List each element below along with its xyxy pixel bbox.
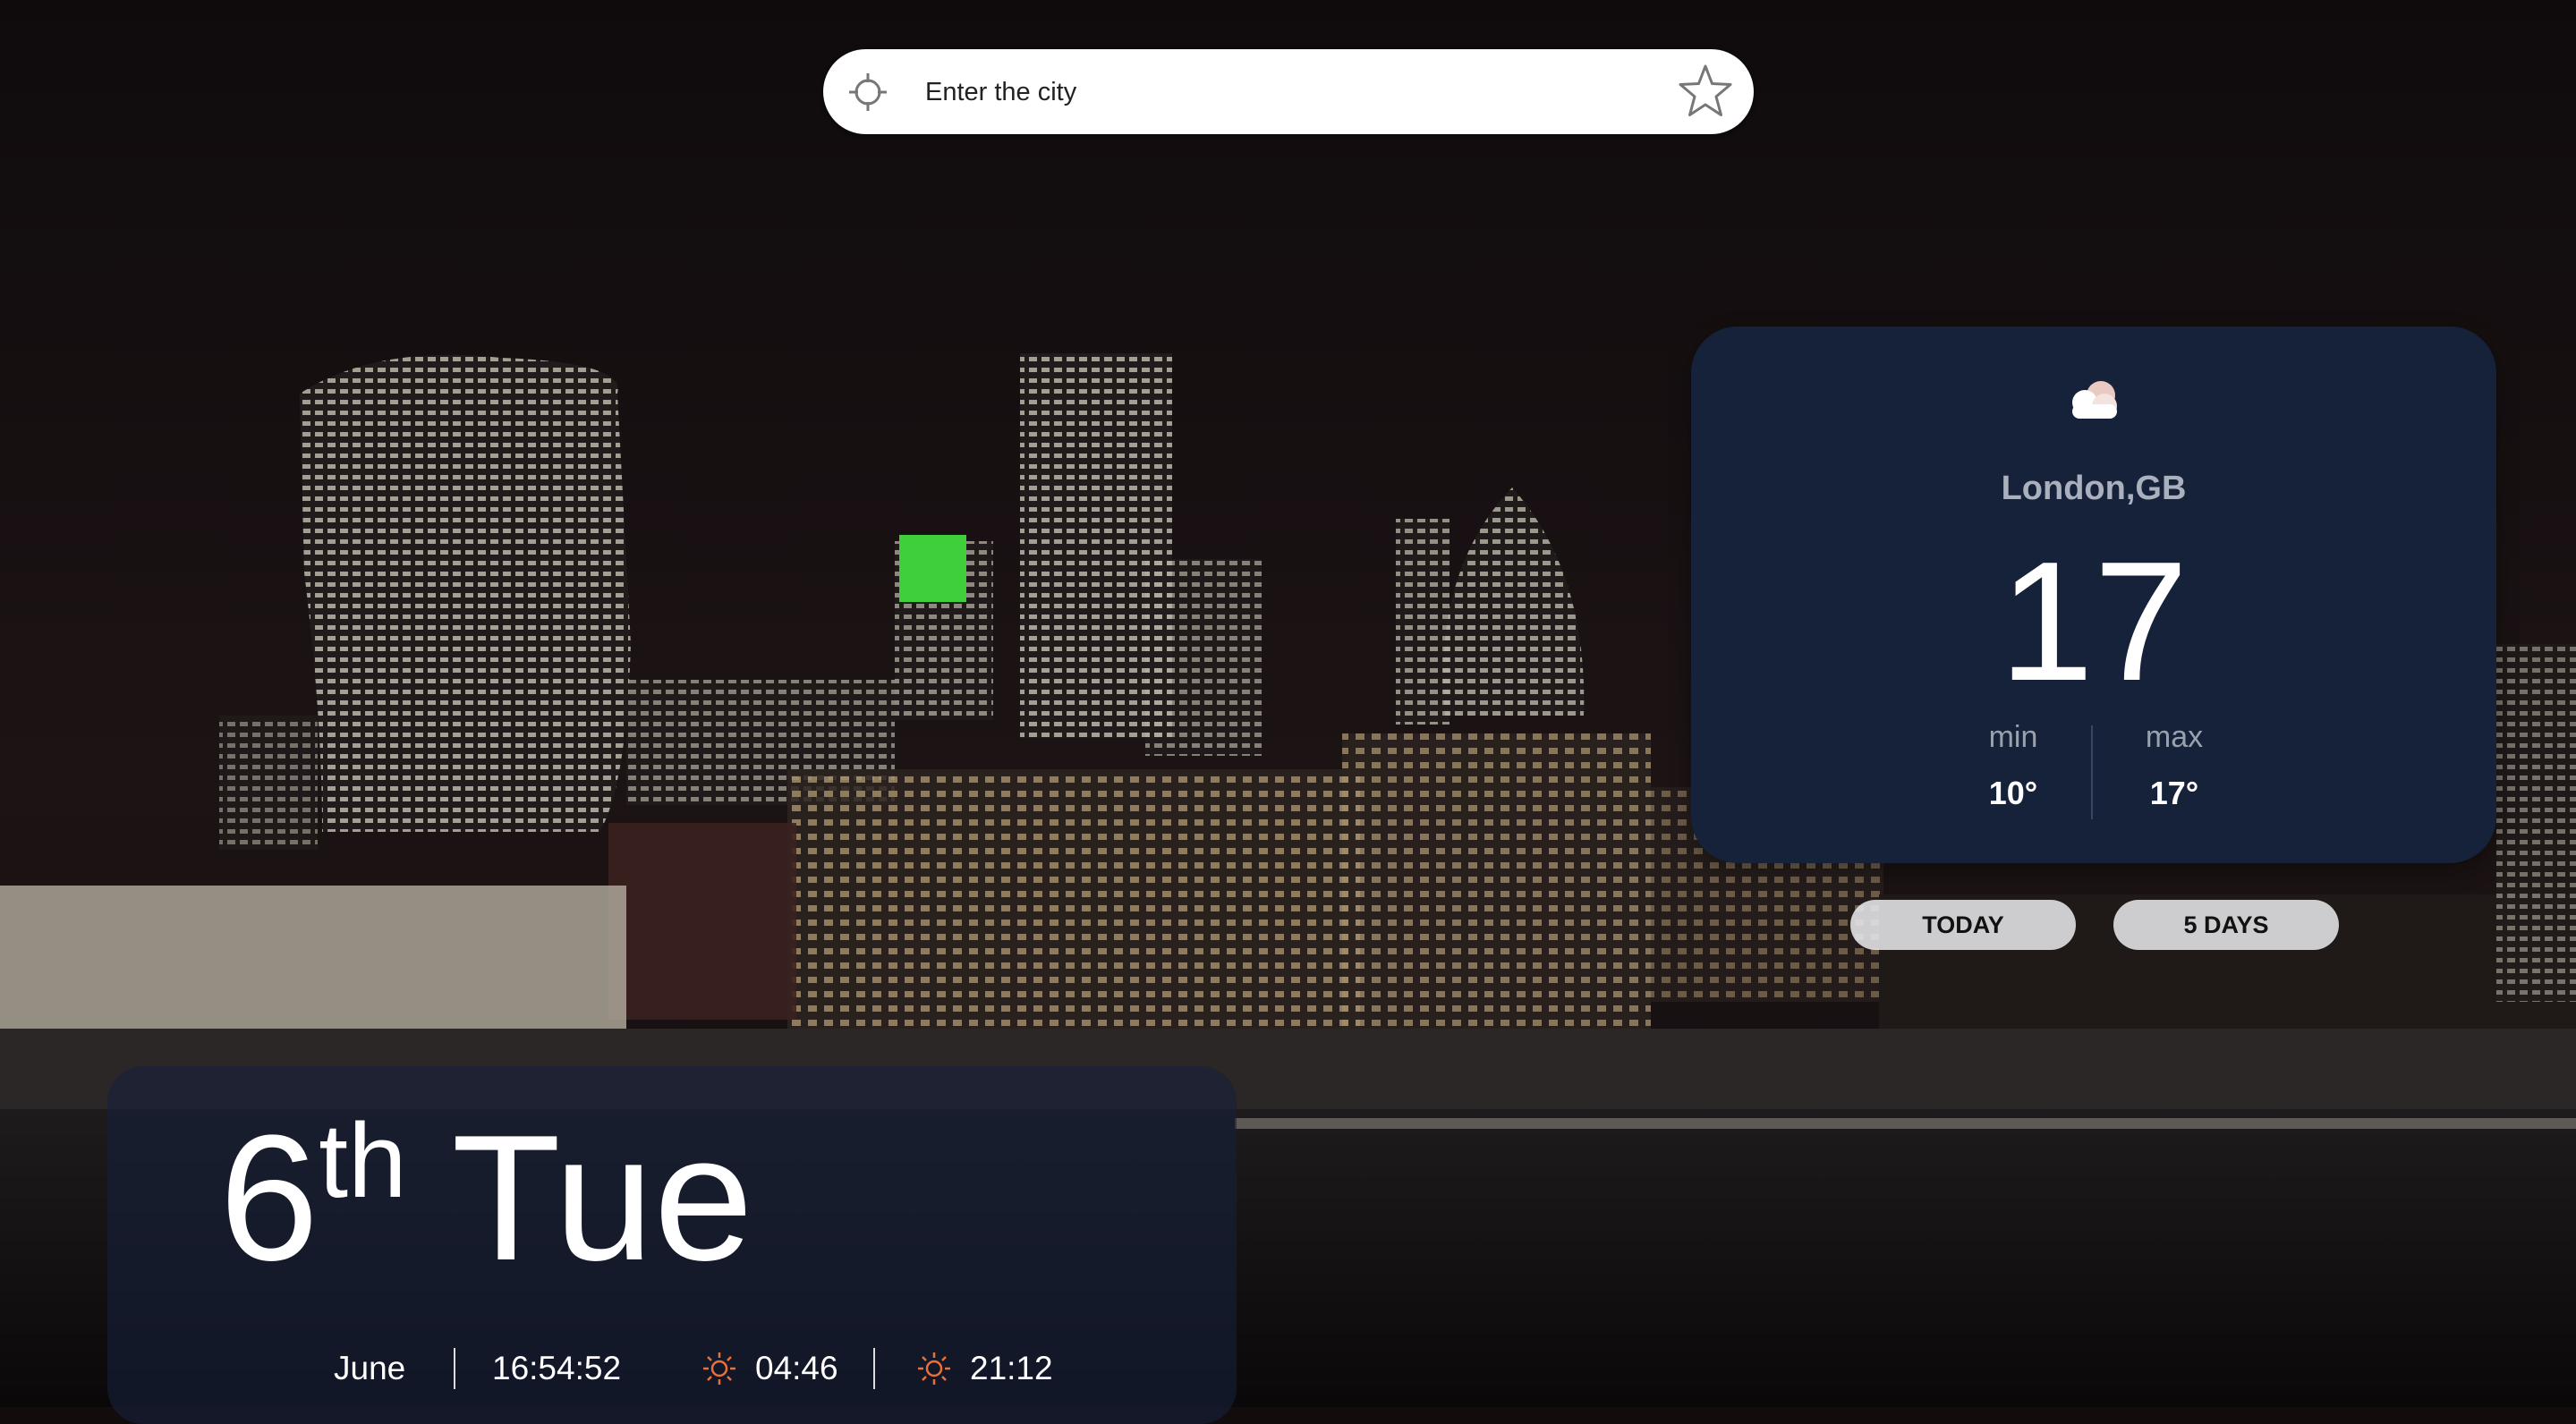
separator [454,1348,455,1389]
day-suffix: th [319,1102,407,1220]
min-label: min [1988,720,2038,754]
min-value: 10° [1988,775,2038,811]
city-search-bar [823,49,1754,134]
cloud-icon [2072,381,2117,419]
sunrise-time: 04:46 [755,1350,838,1386]
sunrise-icon [703,1352,735,1385]
current-time: 16:54:52 [492,1350,622,1386]
five-days-tab-button[interactable]: 5 DAYS [2113,900,2339,950]
divider [2091,725,2093,819]
min-max-temperature: min 10° max 17° [1960,720,2228,827]
weather-card: London,GB 17 min 10° max 17° [1691,326,2496,863]
big-date: 6th Tue [219,1102,753,1313]
separator [873,1348,875,1389]
sunset-icon [918,1352,950,1385]
max-value: 17° [2149,775,2199,811]
sunset-time: 21:12 [970,1350,1053,1386]
day-number: 6 [219,1098,319,1298]
city-name: London,GB [2001,470,2187,507]
max-label: max [2145,720,2204,754]
current-temperature: 17 [1999,527,2189,716]
month: June [334,1350,406,1386]
star-icon[interactable] [1677,63,1734,120]
today-tab-button[interactable]: TODAY [1850,900,2076,950]
city-search-input[interactable] [923,65,1607,119]
weekday: Tue [451,1098,753,1298]
crosshair-icon[interactable] [847,72,888,113]
